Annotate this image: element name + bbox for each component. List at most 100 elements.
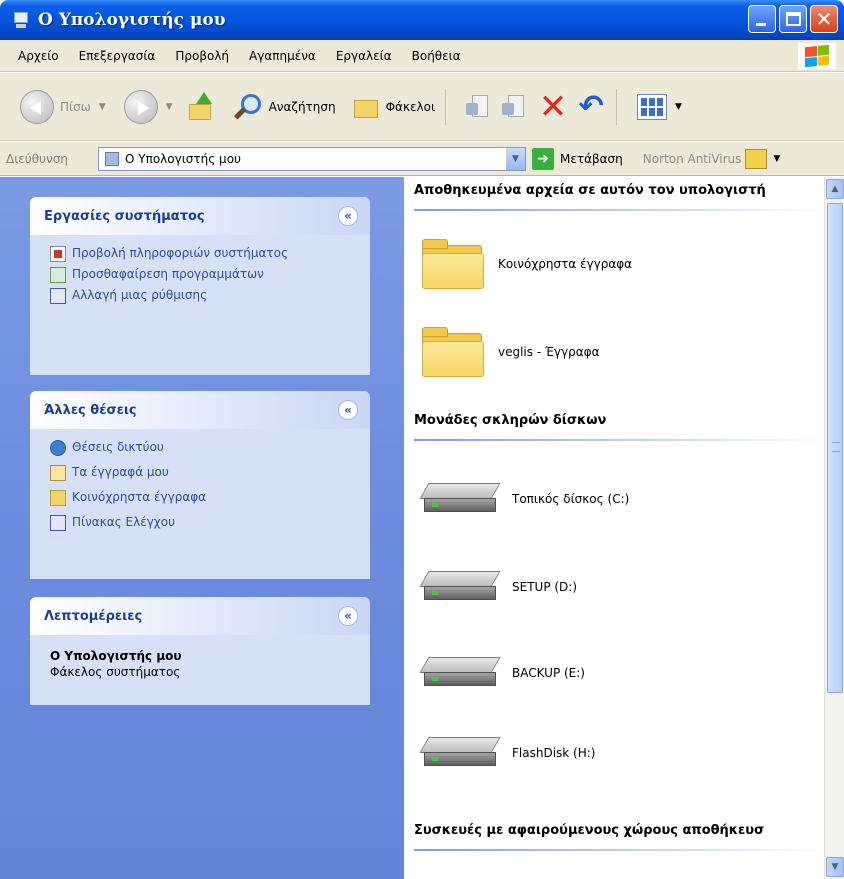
vertical-scrollbar[interactable]: ▲ ▼ (824, 177, 844, 879)
other-places-header[interactable]: Άλλες θέσεις « (30, 391, 370, 429)
system-info-icon (50, 246, 66, 262)
content-pane: Αποθηκευμένα αρχεία σε αυτόν τον υπολογι… (404, 177, 844, 879)
folder-label: Κοινόχρηστα έγγραφα (498, 257, 633, 271)
minimize-button[interactable] (748, 5, 776, 33)
computer-icon (105, 151, 119, 166)
drive-item[interactable]: Τοπικός δίσκος (C:) (419, 479, 630, 519)
collapse-chevron-icon[interactable]: « (338, 400, 358, 420)
back-dropdown-icon[interactable]: ▼ (99, 102, 106, 112)
go-arrow-icon[interactable]: ➜ (532, 147, 554, 170)
menu-edit[interactable]: Επεξεργασία (79, 49, 156, 63)
other-places-panel: Άλλες θέσεις « Θέσεις δικτύου Τα έγγραφά… (30, 391, 370, 579)
menu-file[interactable]: Αρχείο (18, 49, 59, 63)
menu-favorites[interactable]: Αγαπημένα (249, 49, 316, 63)
address-dropdown-icon[interactable]: ▼ (505, 147, 525, 170)
search-label: Αναζήτηση (268, 99, 336, 114)
system-tasks-header[interactable]: Εργασίες συστήματος « (30, 197, 370, 235)
address-bar: Διεύθυνση Ο Υπολογιστής μου ▼ ➜ Μετάβαση… (0, 142, 844, 176)
scroll-down-icon[interactable]: ▼ (826, 857, 844, 877)
other-places-title: Άλλες θέσεις (44, 402, 137, 418)
system-tasks-title: Εργασίες συστήματος (44, 208, 205, 224)
drive-label: Τοπικός δίσκος (C:) (512, 492, 630, 506)
up-folder-icon[interactable] (187, 91, 215, 122)
norton-antivirus-label[interactable]: Norton AntiVirus (643, 152, 742, 166)
drive-item[interactable]: FlashDisk (H:) (419, 733, 596, 773)
network-places-icon (50, 440, 66, 456)
drive-item[interactable]: SETUP (D:) (419, 567, 577, 607)
back-label: Πίσω (60, 99, 91, 114)
search-icon (233, 92, 263, 122)
back-button[interactable]: Πίσω ▼ (20, 89, 106, 124)
maximize-icon (786, 12, 801, 26)
move-to-icon[interactable] (466, 93, 492, 121)
folder-item[interactable]: veglis - Έγγραφα (422, 327, 600, 377)
task-add-remove-programs[interactable]: Προσθαφαίρεση προγραμμάτων (50, 266, 370, 283)
hard-drive-icon (419, 567, 501, 607)
folder-item[interactable]: Κοινόχρηστα έγγραφα (422, 239, 632, 289)
section-header-stored-files[interactable]: Αποθηκευμένα αρχεία σε αυτόν τον υπολογι… (414, 183, 824, 211)
drive-item[interactable]: BACKUP (E:) (419, 653, 585, 693)
scroll-thumb[interactable] (827, 203, 843, 693)
norton-dropdown-icon[interactable]: ▼ (773, 154, 780, 164)
menu-help[interactable]: Βοήθεια (412, 49, 461, 63)
details-name: Ο Υπολογιστής μου (50, 649, 182, 663)
norton-icon[interactable] (745, 148, 768, 169)
task-view-system-info[interactable]: Προβολή πληροφοριών συστήματος (50, 245, 370, 262)
place-network[interactable]: Θέσεις δικτύου (50, 439, 370, 456)
details-header[interactable]: Λεπτομέρειες « (30, 597, 370, 635)
collapse-chevron-icon[interactable]: « (338, 206, 358, 226)
close-icon: ✕ (815, 7, 833, 31)
section-title: Αποθηκευμένα αρχεία σε αυτόν τον υπολογι… (414, 183, 766, 198)
title-bar[interactable]: Ο Υπολογιστής μου ✕ (0, 0, 844, 40)
search-button[interactable]: Αναζήτηση (215, 92, 336, 122)
scroll-up-icon[interactable]: ▲ (826, 179, 844, 199)
menu-view[interactable]: Προβολή (175, 49, 229, 63)
control-panel-icon (50, 288, 66, 304)
maximize-button[interactable] (779, 5, 807, 33)
my-computer-icon (12, 10, 30, 30)
menu-tools[interactable]: Εργαλεία (336, 49, 392, 63)
place-shared-documents[interactable]: Κοινόχρηστα έγγραφα (50, 489, 370, 506)
details-title: Λεπτομέρειες (44, 608, 143, 624)
task-label: Προβολή πληροφοριών συστήματος (72, 246, 289, 260)
drive-label: FlashDisk (H:) (512, 746, 596, 760)
details-panel: Λεπτομέρειες « Ο Υπολογιστής μου Φάκελος… (30, 597, 370, 705)
close-button[interactable]: ✕ (810, 5, 838, 33)
task-change-setting[interactable]: Αλλαγή μιας ρύθμισης (50, 287, 370, 304)
place-label: Κοινόχρηστα έγγραφα (72, 490, 207, 504)
address-value: Ο Υπολογιστής μου (125, 151, 241, 166)
folder-icon (50, 490, 66, 506)
hard-drive-icon (419, 733, 501, 773)
undo-icon[interactable]: ↶ (576, 91, 606, 122)
task-pane: Εργασίες συστήματος « Προβολή πληροφοριώ… (0, 177, 404, 879)
collapse-chevron-icon[interactable]: « (338, 606, 358, 626)
menu-bar: Αρχείο Επεξεργασία Προβολή Αγαπημένα Εργ… (0, 40, 844, 72)
views-icon[interactable] (637, 93, 668, 120)
forward-button[interactable]: ▼ (123, 89, 173, 124)
folders-icon (350, 94, 380, 120)
go-button[interactable]: Μετάβαση (560, 152, 623, 166)
address-field[interactable]: Ο Υπολογιστής μου ▼ (98, 146, 526, 171)
folder-label: veglis - Έγγραφα (498, 345, 600, 359)
delete-icon[interactable]: ✕ (538, 90, 568, 124)
place-my-documents[interactable]: Τα έγγραφά μου (50, 464, 370, 481)
section-header-removable[interactable]: Συσκευές με αφαιρούμενους χώρους αποθήκε… (414, 823, 824, 851)
system-tasks-panel: Εργασίες συστήματος « Προβολή πληροφοριώ… (30, 197, 370, 375)
folders-label: Φάκελοι (385, 99, 436, 114)
folder-icon (422, 327, 486, 377)
place-label: Πίνακας Ελέγχου (72, 515, 176, 529)
place-control-panel[interactable]: Πίνακας Ελέγχου (50, 514, 370, 531)
section-title: Συσκευές με αφαιρούμενους χώρους αποθήκε… (414, 823, 765, 838)
copy-to-icon[interactable] (502, 93, 528, 121)
forward-dropdown-icon[interactable]: ▼ (166, 102, 173, 112)
toolbar: Πίσω ▼ ▼ Αναζήτηση Φάκελοι ✕ ↶ ▼ (0, 73, 844, 141)
control-panel-icon (50, 515, 66, 531)
toolbar-separator (616, 88, 618, 125)
section-header-hard-drives[interactable]: Μονάδες σκληρών δίσκων (414, 413, 824, 441)
place-label: Θέσεις δικτύου (72, 440, 164, 454)
folders-button[interactable]: Φάκελοι (336, 94, 435, 120)
folder-icon (422, 239, 486, 289)
views-dropdown-icon[interactable]: ▼ (675, 102, 682, 112)
toolbar-separator (445, 88, 447, 125)
forward-arrow-icon (123, 89, 158, 124)
